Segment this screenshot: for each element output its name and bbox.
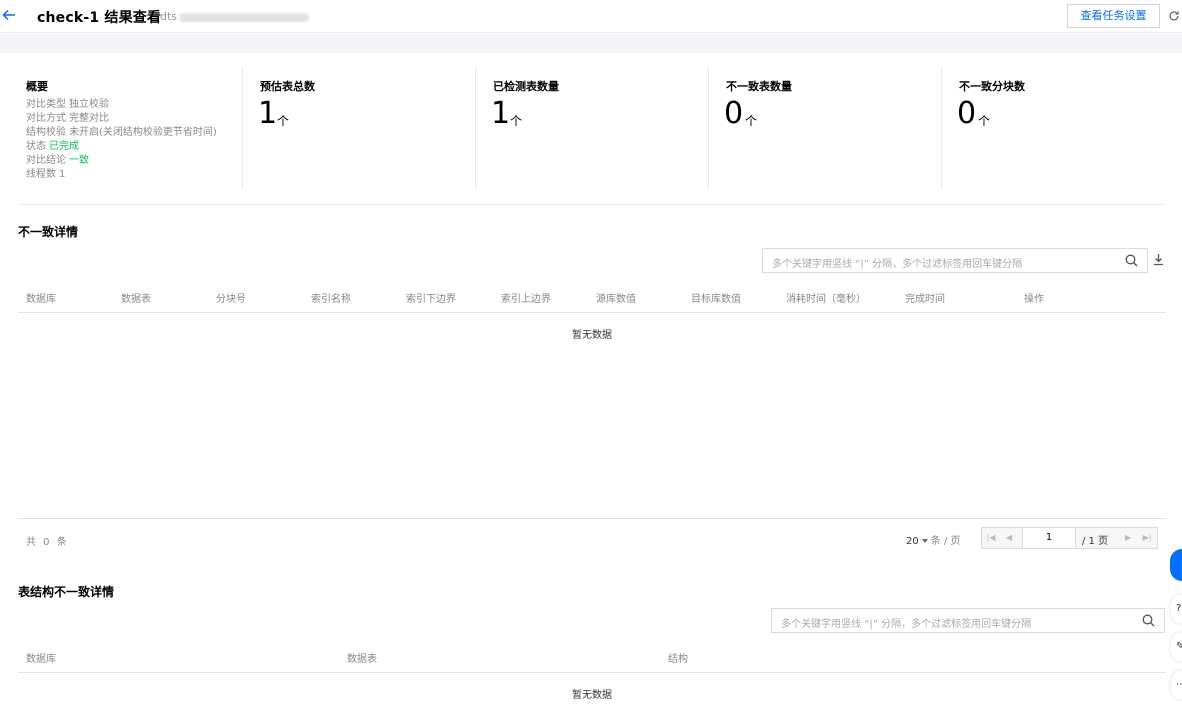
conclusion-badge: 一致 bbox=[69, 155, 89, 166]
overview-row: 对比方式 完整对比 bbox=[26, 113, 109, 124]
stat-estimated-tables: 预估表总数 1 个 bbox=[242, 68, 475, 188]
download-icon[interactable] bbox=[1153, 253, 1165, 267]
assistant-icon[interactable] bbox=[1170, 549, 1182, 581]
status-badge: 已完成 bbox=[49, 141, 79, 152]
page-number-input[interactable]: 1 bbox=[1022, 527, 1076, 549]
task-id: dts bbox=[160, 10, 310, 23]
pager: |◀ ◀ 1 / 1 页 ▶ ▶| bbox=[981, 527, 1158, 549]
search-icon[interactable] bbox=[1142, 612, 1156, 628]
overview-title: 概要 bbox=[26, 80, 48, 93]
arrow-left-icon[interactable] bbox=[0, 6, 18, 24]
overview-row: 对比结论 一致 bbox=[26, 155, 89, 166]
structure-empty: 暂无数据 bbox=[572, 690, 612, 701]
page-total: / 1 页 bbox=[1082, 536, 1109, 547]
structure-search-input[interactable]: 多个关键字用竖线 “|” 分隔，多个过滤标签用回车键分隔 bbox=[771, 608, 1165, 633]
summary-divider bbox=[18, 204, 1166, 205]
overview-row: 对比类型 独立校验 bbox=[26, 99, 109, 110]
structure-title: 表结构不一致详情 bbox=[18, 585, 115, 599]
feedback-icon[interactable]: ✎ bbox=[1171, 633, 1182, 661]
help-icon[interactable]: ? bbox=[1171, 595, 1182, 623]
search-icon[interactable] bbox=[1125, 252, 1139, 268]
caret-down-icon bbox=[921, 539, 928, 543]
first-page-icon[interactable]: |◀ bbox=[982, 528, 1000, 548]
inconsistency-empty: 暂无数据 bbox=[572, 330, 612, 341]
next-page-icon[interactable]: ▶ bbox=[1119, 528, 1137, 548]
header-separator bbox=[0, 34, 1182, 53]
inconsistency-table-header: 数据库 数据表 分块号 索引名称 索引下边界 索引上边界 源库数值 目标库数值 … bbox=[18, 281, 1166, 313]
overview-row: 结构校验 未开启(关闭结构校验更节省时间) bbox=[26, 127, 217, 138]
structure-table-header: 数据库 数据表 结构 bbox=[18, 641, 1166, 673]
page-header: check-1 结果查看 dts 查看任务设置 bbox=[0, 0, 1182, 33]
last-page-icon[interactable]: ▶| bbox=[1138, 528, 1156, 548]
page-title: check-1 结果查看 bbox=[37, 10, 162, 26]
summary-panel: 概要 对比类型 独立校验 对比方式 完整对比 结构校验 未开启(关闭结构校验更节省时间… bbox=[18, 68, 1166, 188]
stat-inconsistent-chunks: 不一致分块数 0 个 bbox=[941, 68, 1166, 188]
view-task-settings-button[interactable]: 查看任务设置 bbox=[1067, 4, 1160, 28]
total-count: 共 0 条 bbox=[26, 537, 69, 548]
more-icon[interactable]: ⋯ bbox=[1171, 671, 1182, 699]
pagination-bar: 共 0 条 20 条 / 页 |◀ ◀ 1 / 1 页 ▶ ▶| bbox=[18, 518, 1166, 558]
overview-row: 状态 已完成 bbox=[26, 141, 79, 152]
refresh-icon[interactable] bbox=[1168, 8, 1182, 24]
overview: 概要 对比类型 独立校验 对比方式 完整对比 结构校验 未开启(关闭结构校验更节省时间… bbox=[26, 78, 246, 182]
page-size-select[interactable]: 20 条 / 页 bbox=[906, 532, 960, 547]
inconsistency-title: 不一致详情 bbox=[18, 225, 79, 239]
overview-row: 线程数 1 bbox=[26, 169, 66, 180]
inconsistency-search-input[interactable]: 多个关键字用竖线 “|” 分隔，多个过滤标签用回车键分隔 bbox=[762, 248, 1148, 273]
prev-page-icon[interactable]: ◀ bbox=[1000, 528, 1018, 548]
stat-inconsistent-tables: 不一致表数量 0 个 bbox=[708, 68, 941, 188]
stat-checked-tables: 已检测表数量 1 个 bbox=[475, 68, 708, 188]
